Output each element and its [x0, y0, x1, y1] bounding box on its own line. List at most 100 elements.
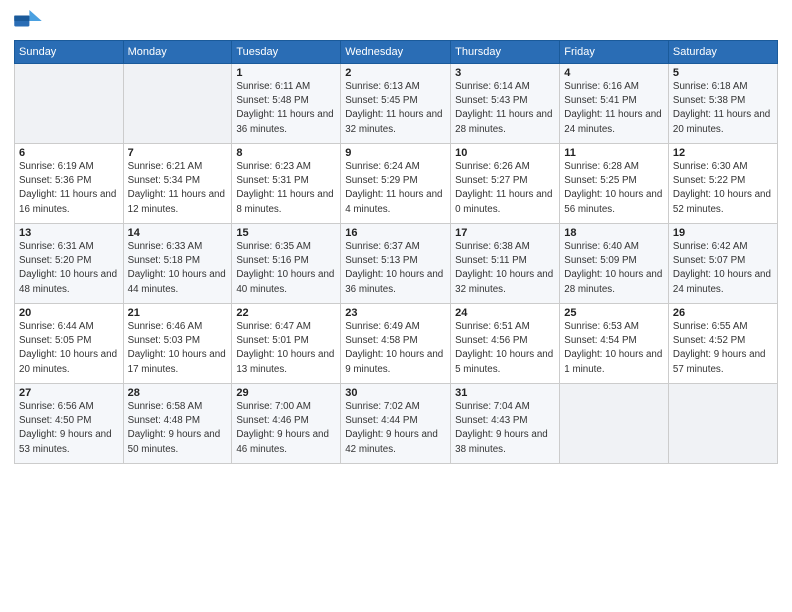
- day-info: Sunrise: 6:30 AM Sunset: 5:22 PM Dayligh…: [673, 160, 773, 217]
- day-info: Sunrise: 6:38 AM Sunset: 5:11 PM Dayligh…: [455, 240, 555, 297]
- day-info: Sunrise: 6:56 AM Sunset: 4:50 PM Dayligh…: [19, 400, 119, 457]
- day-info: Sunrise: 6:19 AM Sunset: 5:36 PM Dayligh…: [19, 160, 119, 217]
- day-cell: 29Sunrise: 7:00 AM Sunset: 4:46 PM Dayli…: [232, 384, 341, 464]
- day-number: 4: [564, 67, 664, 79]
- day-info: Sunrise: 6:49 AM Sunset: 4:58 PM Dayligh…: [345, 320, 446, 377]
- day-cell: 16Sunrise: 6:37 AM Sunset: 5:13 PM Dayli…: [341, 224, 451, 304]
- day-number: 30: [345, 387, 446, 399]
- day-info: Sunrise: 6:47 AM Sunset: 5:01 PM Dayligh…: [236, 320, 336, 377]
- day-info: Sunrise: 6:16 AM Sunset: 5:41 PM Dayligh…: [564, 80, 664, 137]
- day-cell: 13Sunrise: 6:31 AM Sunset: 5:20 PM Dayli…: [15, 224, 124, 304]
- day-info: Sunrise: 6:33 AM Sunset: 5:18 PM Dayligh…: [128, 240, 228, 297]
- day-cell: 30Sunrise: 7:02 AM Sunset: 4:44 PM Dayli…: [341, 384, 451, 464]
- day-cell: 3Sunrise: 6:14 AM Sunset: 5:43 PM Daylig…: [451, 64, 560, 144]
- day-cell: [560, 384, 669, 464]
- day-cell: 2Sunrise: 6:13 AM Sunset: 5:45 PM Daylig…: [341, 64, 451, 144]
- day-number: 2: [345, 67, 446, 79]
- day-number: 9: [345, 147, 446, 159]
- day-number: 28: [128, 387, 228, 399]
- day-info: Sunrise: 6:23 AM Sunset: 5:31 PM Dayligh…: [236, 160, 336, 217]
- day-info: Sunrise: 7:02 AM Sunset: 4:44 PM Dayligh…: [345, 400, 446, 457]
- day-cell: [123, 64, 232, 144]
- day-info: Sunrise: 6:35 AM Sunset: 5:16 PM Dayligh…: [236, 240, 336, 297]
- day-cell: 27Sunrise: 6:56 AM Sunset: 4:50 PM Dayli…: [15, 384, 124, 464]
- week-row-5: 27Sunrise: 6:56 AM Sunset: 4:50 PM Dayli…: [15, 384, 778, 464]
- day-cell: 26Sunrise: 6:55 AM Sunset: 4:52 PM Dayli…: [668, 304, 777, 384]
- day-cell: 21Sunrise: 6:46 AM Sunset: 5:03 PM Dayli…: [123, 304, 232, 384]
- day-number: 14: [128, 227, 228, 239]
- day-cell: [668, 384, 777, 464]
- day-info: Sunrise: 7:00 AM Sunset: 4:46 PM Dayligh…: [236, 400, 336, 457]
- day-cell: 4Sunrise: 6:16 AM Sunset: 5:41 PM Daylig…: [560, 64, 669, 144]
- day-info: Sunrise: 6:53 AM Sunset: 4:54 PM Dayligh…: [564, 320, 664, 377]
- calendar-container: SundayMondayTuesdayWednesdayThursdayFrid…: [0, 0, 792, 612]
- calendar-table: SundayMondayTuesdayWednesdayThursdayFrid…: [14, 40, 778, 464]
- day-number: 12: [673, 147, 773, 159]
- logo-icon: [14, 10, 42, 32]
- weekday-wednesday: Wednesday: [341, 41, 451, 64]
- day-info: Sunrise: 6:37 AM Sunset: 5:13 PM Dayligh…: [345, 240, 446, 297]
- day-number: 8: [236, 147, 336, 159]
- day-number: 27: [19, 387, 119, 399]
- day-cell: [15, 64, 124, 144]
- day-number: 16: [345, 227, 446, 239]
- day-cell: 11Sunrise: 6:28 AM Sunset: 5:25 PM Dayli…: [560, 144, 669, 224]
- day-cell: 19Sunrise: 6:42 AM Sunset: 5:07 PM Dayli…: [668, 224, 777, 304]
- day-cell: 14Sunrise: 6:33 AM Sunset: 5:18 PM Dayli…: [123, 224, 232, 304]
- week-row-4: 20Sunrise: 6:44 AM Sunset: 5:05 PM Dayli…: [15, 304, 778, 384]
- day-number: 11: [564, 147, 664, 159]
- logo: [14, 10, 46, 32]
- day-info: Sunrise: 6:26 AM Sunset: 5:27 PM Dayligh…: [455, 160, 555, 217]
- day-info: Sunrise: 6:42 AM Sunset: 5:07 PM Dayligh…: [673, 240, 773, 297]
- week-row-1: 1Sunrise: 6:11 AM Sunset: 5:48 PM Daylig…: [15, 64, 778, 144]
- day-cell: 7Sunrise: 6:21 AM Sunset: 5:34 PM Daylig…: [123, 144, 232, 224]
- day-info: Sunrise: 6:58 AM Sunset: 4:48 PM Dayligh…: [128, 400, 228, 457]
- weekday-saturday: Saturday: [668, 41, 777, 64]
- day-cell: 5Sunrise: 6:18 AM Sunset: 5:38 PM Daylig…: [668, 64, 777, 144]
- day-info: Sunrise: 7:04 AM Sunset: 4:43 PM Dayligh…: [455, 400, 555, 457]
- day-info: Sunrise: 6:40 AM Sunset: 5:09 PM Dayligh…: [564, 240, 664, 297]
- week-row-3: 13Sunrise: 6:31 AM Sunset: 5:20 PM Dayli…: [15, 224, 778, 304]
- day-cell: 23Sunrise: 6:49 AM Sunset: 4:58 PM Dayli…: [341, 304, 451, 384]
- header: [14, 10, 778, 32]
- day-cell: 20Sunrise: 6:44 AM Sunset: 5:05 PM Dayli…: [15, 304, 124, 384]
- day-info: Sunrise: 6:46 AM Sunset: 5:03 PM Dayligh…: [128, 320, 228, 377]
- weekday-tuesday: Tuesday: [232, 41, 341, 64]
- day-number: 1: [236, 67, 336, 79]
- day-cell: 31Sunrise: 7:04 AM Sunset: 4:43 PM Dayli…: [451, 384, 560, 464]
- day-number: 23: [345, 307, 446, 319]
- week-row-2: 6Sunrise: 6:19 AM Sunset: 5:36 PM Daylig…: [15, 144, 778, 224]
- day-number: 10: [455, 147, 555, 159]
- day-number: 26: [673, 307, 773, 319]
- day-number: 15: [236, 227, 336, 239]
- day-cell: 28Sunrise: 6:58 AM Sunset: 4:48 PM Dayli…: [123, 384, 232, 464]
- day-number: 17: [455, 227, 555, 239]
- day-cell: 1Sunrise: 6:11 AM Sunset: 5:48 PM Daylig…: [232, 64, 341, 144]
- day-info: Sunrise: 6:21 AM Sunset: 5:34 PM Dayligh…: [128, 160, 228, 217]
- day-number: 20: [19, 307, 119, 319]
- weekday-sunday: Sunday: [15, 41, 124, 64]
- day-info: Sunrise: 6:28 AM Sunset: 5:25 PM Dayligh…: [564, 160, 664, 217]
- weekday-header-row: SundayMondayTuesdayWednesdayThursdayFrid…: [15, 41, 778, 64]
- day-cell: 22Sunrise: 6:47 AM Sunset: 5:01 PM Dayli…: [232, 304, 341, 384]
- day-number: 31: [455, 387, 555, 399]
- day-number: 25: [564, 307, 664, 319]
- day-cell: 24Sunrise: 6:51 AM Sunset: 4:56 PM Dayli…: [451, 304, 560, 384]
- weekday-thursday: Thursday: [451, 41, 560, 64]
- day-number: 29: [236, 387, 336, 399]
- day-info: Sunrise: 6:24 AM Sunset: 5:29 PM Dayligh…: [345, 160, 446, 217]
- day-cell: 25Sunrise: 6:53 AM Sunset: 4:54 PM Dayli…: [560, 304, 669, 384]
- day-cell: 10Sunrise: 6:26 AM Sunset: 5:27 PM Dayli…: [451, 144, 560, 224]
- day-number: 3: [455, 67, 555, 79]
- day-number: 6: [19, 147, 119, 159]
- day-cell: 17Sunrise: 6:38 AM Sunset: 5:11 PM Dayli…: [451, 224, 560, 304]
- day-info: Sunrise: 6:13 AM Sunset: 5:45 PM Dayligh…: [345, 80, 446, 137]
- day-cell: 15Sunrise: 6:35 AM Sunset: 5:16 PM Dayli…: [232, 224, 341, 304]
- day-info: Sunrise: 6:14 AM Sunset: 5:43 PM Dayligh…: [455, 80, 555, 137]
- day-number: 22: [236, 307, 336, 319]
- day-number: 7: [128, 147, 228, 159]
- day-number: 19: [673, 227, 773, 239]
- day-number: 5: [673, 67, 773, 79]
- day-info: Sunrise: 6:44 AM Sunset: 5:05 PM Dayligh…: [19, 320, 119, 377]
- weekday-monday: Monday: [123, 41, 232, 64]
